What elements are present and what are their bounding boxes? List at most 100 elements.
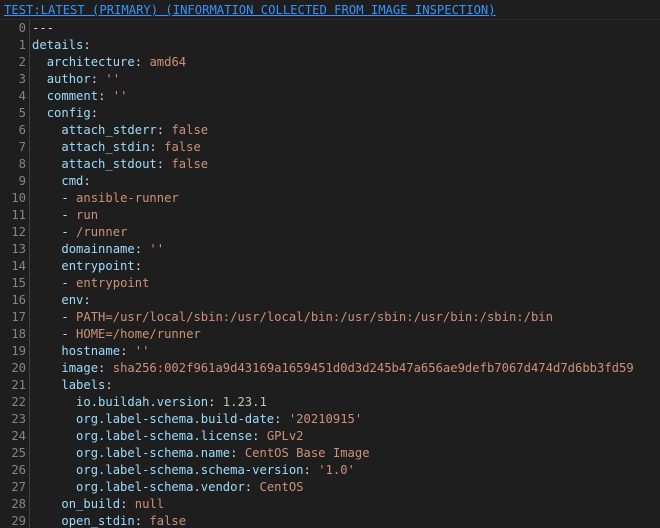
yaml-value: '' <box>105 72 121 86</box>
line-number: 22 <box>11 395 26 409</box>
code-line[interactable]: 20 image: sha256:002f961a9d43169a1659451… <box>0 360 660 377</box>
yaml-key: env <box>61 293 84 307</box>
yaml-punctuation: - <box>61 191 77 205</box>
code-line[interactable]: 13 domainname: '' <box>0 241 660 258</box>
line-number: 6 <box>18 123 26 137</box>
code-line[interactable]: 10 - ansible-runner <box>0 190 660 207</box>
code-line[interactable]: 24 org.label-schema.license: GPLv2 <box>0 428 660 445</box>
code-text: org.label-schema.license: GPLv2 <box>32 428 304 445</box>
yaml-punctuation: - <box>61 276 77 290</box>
code-line[interactable]: 22 io.buildah.version: 1.23.1 <box>0 394 660 411</box>
yaml-punctuation: : <box>90 106 99 120</box>
yaml-punctuation: : <box>230 446 245 460</box>
code-line[interactable]: 29 open_stdin: false <box>0 513 660 528</box>
yaml-punctuation: : <box>156 157 172 171</box>
code-text: entrypoint: <box>32 258 142 275</box>
code-line[interactable]: 25 org.label-schema.name: CentOS Base Im… <box>0 445 660 462</box>
code-line[interactable]: 6 attach_stderr: false <box>0 122 660 139</box>
line-number: 4 <box>18 89 26 103</box>
code-text: --- <box>32 20 54 37</box>
yaml-value: CentOS <box>259 480 304 494</box>
code-text: cmd: <box>32 173 90 190</box>
yaml-punctuation: : <box>208 395 223 409</box>
yaml-value: run <box>76 208 99 222</box>
code-line[interactable]: 15 - entrypoint <box>0 275 660 292</box>
code-text: - ansible-runner <box>32 190 178 207</box>
code-text: org.label-schema.name: CentOS Base Image <box>32 445 370 462</box>
code-line[interactable]: 9 cmd: <box>0 173 660 190</box>
yaml-key: comment <box>46 89 99 103</box>
yaml-value: PATH=/usr/local/sbin:/usr/local/bin:/usr… <box>76 310 553 324</box>
code-text: image: sha256:002f961a9d43169a1659451d0d… <box>32 360 634 377</box>
yaml-value: GPLv2 <box>266 429 304 443</box>
code-line[interactable]: 0 --- <box>0 20 660 37</box>
line-number: 26 <box>11 463 26 477</box>
code-line[interactable]: 21 labels: <box>0 377 660 394</box>
code-line[interactable]: 5 config: <box>0 105 660 122</box>
code-line[interactable]: 23 org.label-schema.build-date: '2021091… <box>0 411 660 428</box>
code-line[interactable]: 27 org.label-schema.vendor: CentOS <box>0 479 660 496</box>
line-number: 16 <box>11 293 26 307</box>
code-line[interactable]: 14 entrypoint: <box>0 258 660 275</box>
line-number: 5 <box>18 106 26 120</box>
yaml-punctuation: - <box>61 327 77 341</box>
image-title-link[interactable]: TEST:LATEST (PRIMARY) (INFORMATION COLLE… <box>4 3 496 17</box>
yaml-value: false <box>164 140 201 154</box>
code-line[interactable]: 1 details: <box>0 37 660 54</box>
code-line[interactable]: 19 hostname: '' <box>0 343 660 360</box>
code-editor[interactable]: 0 --- 1 details: 2 architecture: amd64 3 auth… <box>0 20 660 528</box>
yaml-punctuation: : <box>134 242 150 256</box>
code-line[interactable]: 11 - run <box>0 207 660 224</box>
code-line[interactable]: 26 org.label-schema.schema-version: '1.0… <box>0 462 660 479</box>
code-text: comment: '' <box>32 88 128 105</box>
yaml-punctuation: : <box>98 89 113 103</box>
code-text: domainname: '' <box>32 241 164 258</box>
code-text: on_build: null <box>32 496 164 513</box>
yaml-key: entrypoint <box>61 259 135 273</box>
code-text: - HOME=/home/runner <box>32 326 201 343</box>
code-line[interactable]: 2 architecture: amd64 <box>0 54 660 71</box>
yaml-value: '' <box>112 89 128 103</box>
yaml-value: false <box>171 157 209 171</box>
code-line[interactable]: 4 comment: '' <box>0 88 660 105</box>
yaml-key: org.label-schema.build-date <box>76 412 275 426</box>
code-line[interactable]: 28 on_build: null <box>0 496 660 513</box>
code-line[interactable]: 3 author: '' <box>0 71 660 88</box>
code-line[interactable]: 16 env: <box>0 292 660 309</box>
yaml-punctuation: : <box>303 463 319 477</box>
code-line[interactable]: 12 - /runner <box>0 224 660 241</box>
yaml-punctuation: : <box>90 72 106 86</box>
line-number: 0 <box>18 21 26 35</box>
code-text: org.label-schema.build-date: '20210915' <box>32 411 362 428</box>
yaml-value: HOME=/home/runner <box>76 327 201 341</box>
yaml-key: org.label-schema.schema-version <box>76 463 304 477</box>
yaml-key: on_build <box>61 497 121 511</box>
code-line[interactable]: 18 - HOME=/home/runner <box>0 326 660 343</box>
yaml-value: /runner <box>76 225 128 239</box>
code-line[interactable]: 8 attach_stdout: false <box>0 156 660 173</box>
yaml-punctuation: : <box>252 429 267 443</box>
code-line[interactable]: 17 - PATH=/usr/local/sbin:/usr/local/bin… <box>0 309 660 326</box>
yaml-key: org.label-schema.name <box>76 446 231 460</box>
line-number: 10 <box>11 191 26 205</box>
yaml-key: hostname <box>61 344 121 358</box>
yaml-value: sha256:002f961a9d43169a1659451d0d3d245b4… <box>112 361 634 375</box>
line-number: 15 <box>11 276 26 290</box>
yaml-key: attach_stdin <box>61 140 150 154</box>
code-line[interactable]: 7 attach_stdin: false <box>0 139 660 156</box>
